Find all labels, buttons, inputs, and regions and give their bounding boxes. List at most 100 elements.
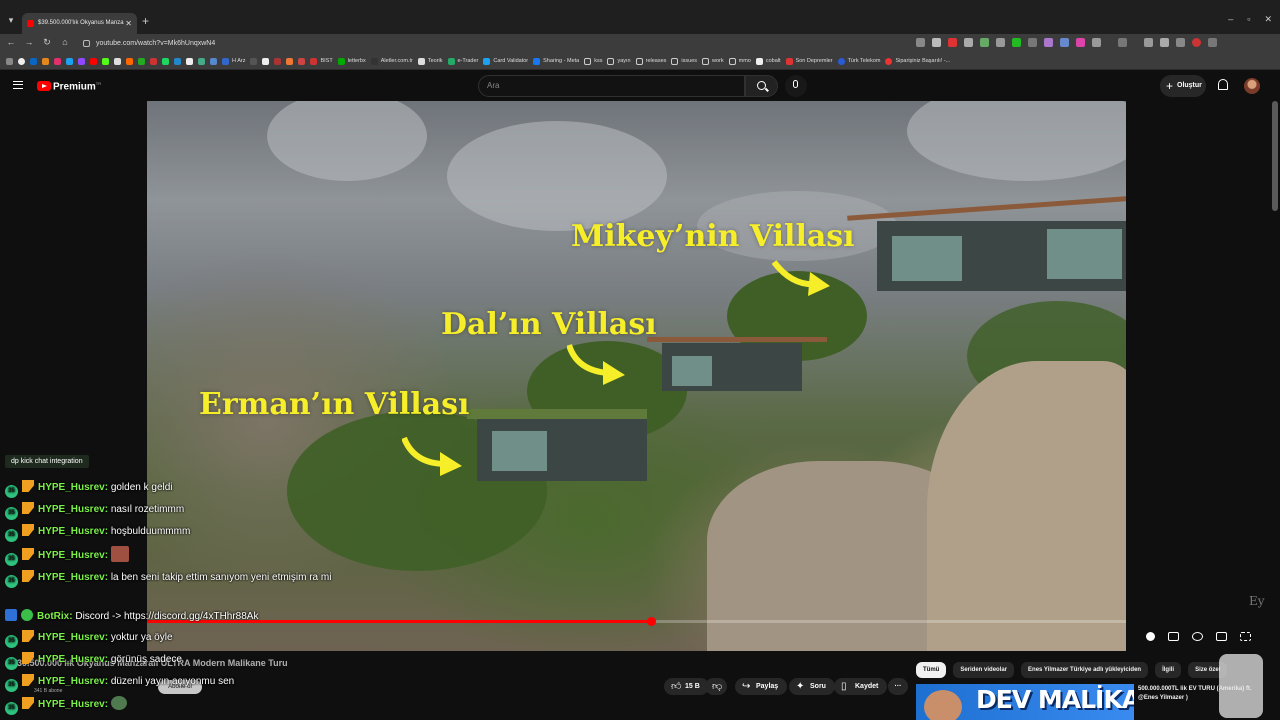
minimize-icon[interactable]: – xyxy=(1228,14,1233,25)
subtitles-icon[interactable] xyxy=(1168,632,1179,641)
extension-icon[interactable] xyxy=(948,38,957,47)
site-info-icon[interactable] xyxy=(83,40,90,47)
bookmark-teorik[interactable]: Teorik xyxy=(417,57,443,65)
youtube-premium-logo[interactable]: PremiumTR xyxy=(53,81,101,92)
bookmark-cobalt[interactable]: cobalt xyxy=(755,57,781,65)
chat-username[interactable]: BotRix: xyxy=(37,611,73,622)
bookmark-icon[interactable] xyxy=(298,57,306,65)
youtube-logo-icon[interactable] xyxy=(37,81,51,91)
bookmark-icon[interactable] xyxy=(186,57,193,65)
search-button[interactable] xyxy=(745,75,778,97)
save-button[interactable]: ▯ Kaydet xyxy=(834,678,888,695)
menu-icon[interactable] xyxy=(13,81,23,89)
dislike-button[interactable]: 👎︎ xyxy=(705,678,727,695)
bookmark-folder-releases[interactable]: releases xyxy=(635,57,666,65)
fullscreen-icon[interactable] xyxy=(1240,632,1251,641)
bookmark-folder-yayin[interactable]: yayın xyxy=(607,57,631,65)
bookmark-icon[interactable] xyxy=(198,57,205,65)
theater-mode-icon[interactable] xyxy=(1216,632,1227,641)
bookmark-icon[interactable] xyxy=(138,57,145,65)
bookmark-son-depremler[interactable]: Son Depremler xyxy=(785,57,833,65)
chat-username[interactable]: HYPE_Husrev: xyxy=(38,632,108,643)
chat-username[interactable]: HYPE_Husrev: xyxy=(38,526,108,537)
extensions-puzzle-icon[interactable] xyxy=(1092,38,1101,47)
home-icon[interactable]: ⌂ xyxy=(59,37,71,47)
chat-username[interactable]: HYPE_Husrev: xyxy=(38,482,108,493)
linkedin-icon[interactable] xyxy=(30,57,37,65)
browser-menu-icon[interactable] xyxy=(1208,38,1217,47)
extension-icon[interactable] xyxy=(964,38,973,47)
chip-uploader[interactable]: Enes Yilmazer Türkiye adlı yükleyiciden xyxy=(1021,662,1149,678)
back-icon[interactable]: ← xyxy=(5,37,17,47)
bookmark-card-validator[interactable]: Card Validator xyxy=(483,57,528,65)
chat-username[interactable]: HYPE_Husrev: xyxy=(38,699,108,710)
chip-all[interactable]: Tümü xyxy=(916,662,947,678)
bookmark-icon[interactable] xyxy=(174,57,181,65)
autoplay-toggle-icon[interactable] xyxy=(1146,632,1155,641)
voice-search-button[interactable] xyxy=(785,75,807,97)
share-button[interactable]: ↪ Paylaş xyxy=(735,678,788,695)
download-icon[interactable] xyxy=(1144,38,1153,47)
kick-icon[interactable] xyxy=(102,57,109,65)
bookmark-etrader[interactable]: e-Trader xyxy=(447,57,478,65)
apps-icon[interactable] xyxy=(6,57,13,65)
bookmark-folder-issues[interactable]: issues xyxy=(671,57,697,65)
side-panel-icon[interactable] xyxy=(1118,38,1127,47)
bookmark-folder-mmo[interactable]: mmo xyxy=(728,57,751,65)
reddit-icon[interactable] xyxy=(126,57,133,65)
chat-username[interactable]: HYPE_Husrev: xyxy=(38,676,108,687)
cast-icon[interactable] xyxy=(916,38,925,47)
related-video-thumbnail[interactable]: DEV MALİKANE xyxy=(916,684,1134,720)
bookmark-folder-work[interactable]: work xyxy=(702,57,724,65)
settings-gear-icon[interactable] xyxy=(1192,632,1203,641)
tiktok-icon[interactable] xyxy=(262,57,270,65)
address-bar[interactable]: youtube.com/watch?v=Mk6hUnqxwN4 xyxy=(80,36,910,51)
search-input[interactable]: Ara xyxy=(478,75,745,97)
bookmark-h-arz[interactable]: H Arz xyxy=(222,57,245,65)
spotify-icon[interactable] xyxy=(162,57,169,65)
new-tab-icon[interactable]: + xyxy=(142,14,149,28)
restore-icon[interactable]: ▫ xyxy=(1247,14,1250,25)
chat-username[interactable]: HYPE_Husrev: xyxy=(38,550,108,561)
bookmark-icon[interactable] xyxy=(210,57,217,65)
bookmark-sharing-meta[interactable]: Sharing - Meta xyxy=(533,57,579,65)
window-close-icon[interactable]: ✕ xyxy=(1264,14,1272,25)
reload-icon[interactable]: ↻ xyxy=(41,37,53,48)
bookmark-icon[interactable] xyxy=(274,57,282,65)
extension-icon[interactable] xyxy=(1028,38,1037,47)
chip-related[interactable]: İlgili xyxy=(1155,662,1182,678)
bookmark-letterbx[interactable]: letterbx xyxy=(337,57,366,65)
bookmark-star-icon[interactable] xyxy=(932,38,941,47)
profile-icon[interactable] xyxy=(1160,38,1169,47)
extension-icon[interactable] xyxy=(1044,38,1053,47)
extension-icon[interactable] xyxy=(996,38,1005,47)
like-button[interactable]: 👍︎ 15 B xyxy=(664,678,709,695)
tab-close-icon[interactable]: ✕ xyxy=(125,13,132,34)
bookmark-siparis[interactable]: Siparişiniz Başarılı! -... xyxy=(885,57,950,65)
create-button[interactable]: + Oluştur xyxy=(1160,75,1206,97)
bookmark-bist[interactable]: BIST xyxy=(310,57,333,65)
bookmark-icon[interactable] xyxy=(250,57,258,65)
github-icon[interactable] xyxy=(18,57,25,65)
extension-icon[interactable] xyxy=(1012,38,1021,47)
bookmark-icon[interactable] xyxy=(66,57,73,65)
channel-watermark[interactable]: Ey xyxy=(1249,594,1265,608)
chat-username[interactable]: HYPE_Husrev: xyxy=(38,504,108,515)
chip-series[interactable]: Seriden videolar xyxy=(953,662,1015,678)
bookmark-turk-telekom[interactable]: Türk Telekom xyxy=(837,57,880,65)
chat-username[interactable]: HYPE_Husrev: xyxy=(38,654,108,665)
bookmark-folder-kss[interactable]: kss xyxy=(584,57,602,65)
extension-icon[interactable] xyxy=(1076,38,1085,47)
more-actions-button[interactable]: ··· xyxy=(888,678,908,695)
ask-button[interactable]: ✦ Soru xyxy=(789,678,835,695)
browser-tab-active[interactable]: $39.500.000'lık Okyanus Manza ✕ xyxy=(22,13,137,34)
tab-search-icon[interactable]: ▾ xyxy=(4,13,18,27)
extension-icon[interactable] xyxy=(1060,38,1069,47)
notifications-bell-icon[interactable] xyxy=(1218,79,1228,90)
x-icon[interactable] xyxy=(114,57,121,65)
twitch-icon[interactable] xyxy=(78,57,85,65)
avatar[interactable] xyxy=(1244,78,1260,94)
youtube-icon[interactable] xyxy=(90,57,97,65)
bookmark-icon[interactable] xyxy=(286,57,294,65)
bookmark-aletler[interactable]: Aletler.com.tr xyxy=(370,57,413,65)
